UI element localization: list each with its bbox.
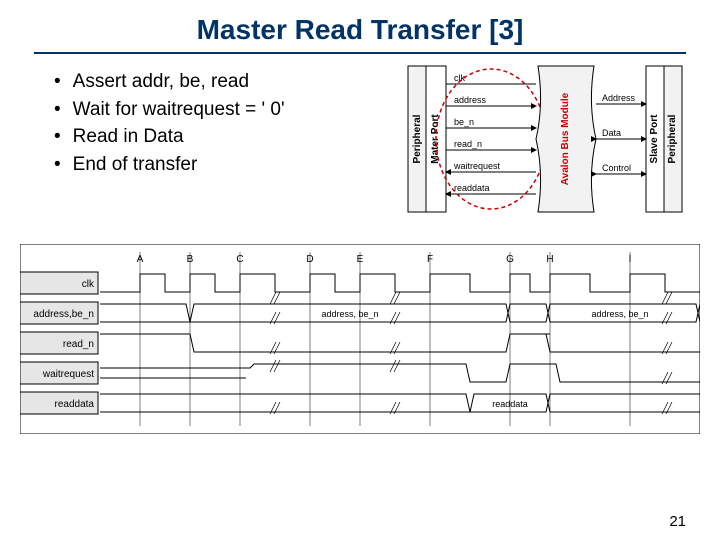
svg-text:Control: Control [602, 163, 631, 173]
svg-text:read_n: read_n [63, 339, 94, 350]
bullet-item: Read in Data [54, 123, 386, 151]
svg-text:address, be_n: address, be_n [321, 309, 378, 319]
page-number: 21 [669, 513, 686, 530]
svg-text:readdata: readdata [492, 399, 528, 409]
bullet-item: Wait for waitrequest = ' 0' [54, 96, 386, 124]
svg-text:C: C [236, 254, 243, 265]
bullet-item: Assert addr, be, read [54, 68, 386, 96]
svg-text:waitrequest: waitrequest [453, 161, 501, 171]
bullet-item: End of transfer [54, 151, 386, 179]
svg-text:F: F [427, 254, 433, 265]
svg-text:address, be_n: address, be_n [591, 309, 648, 319]
block-diagram: Peripheral Mater Port clk address be_n r… [406, 64, 686, 214]
svg-text:readdata: readdata [55, 399, 95, 410]
highlight-ellipse [436, 69, 546, 209]
timing-diagram-area: clk address,be_n read_n waitrequest read… [20, 244, 700, 439]
timing-diagram: clk address,be_n read_n waitrequest read… [20, 244, 700, 434]
slave-signal-arrows: Address Data Control [596, 93, 646, 174]
svg-text:A: A [137, 254, 144, 265]
svg-text:B: B [187, 254, 194, 265]
svg-text:readdata: readdata [454, 183, 490, 193]
svg-text:E: E [357, 254, 364, 265]
svg-text:be_n: be_n [454, 117, 474, 127]
svg-text:address,be_n: address,be_n [33, 309, 94, 320]
svg-text:H: H [546, 254, 553, 265]
bullet-list: Assert addr, be, read Wait for waitreque… [34, 64, 386, 214]
svg-text:G: G [506, 254, 514, 265]
slave-port-label: Slave Port [649, 114, 660, 164]
left-peripheral-label: Peripheral [412, 114, 423, 163]
svg-text:address: address [454, 95, 487, 105]
svg-text:waitrequest: waitrequest [42, 369, 94, 380]
slide-title: Master Read Transfer [3] [0, 0, 720, 52]
master-signal-arrows: clk address be_n read_n waitrequest read… [446, 73, 536, 194]
svg-text:I: I [629, 254, 632, 265]
right-peripheral-label: Peripheral [667, 114, 678, 163]
svg-text:Data: Data [602, 128, 621, 138]
svg-text:Address: Address [602, 93, 636, 103]
content-row: Assert addr, be, read Wait for waitreque… [0, 64, 720, 214]
title-underline [34, 52, 686, 54]
clk-waveform [100, 274, 700, 292]
svg-text:read_n: read_n [454, 139, 482, 149]
bus-module-label: Avalon Bus Module [560, 92, 571, 185]
svg-text:clk: clk [82, 279, 95, 290]
svg-text:D: D [306, 254, 313, 265]
